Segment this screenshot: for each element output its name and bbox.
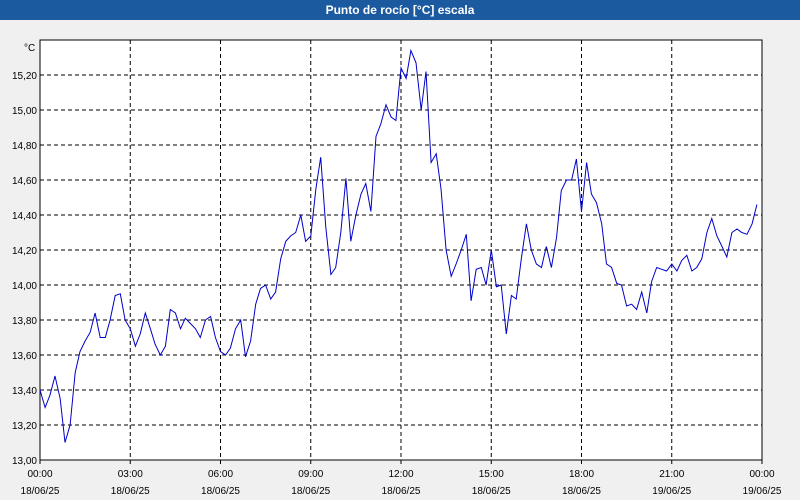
y-tick-label: 14,40 [12,211,37,222]
y-tick-label: 13,20 [12,421,37,432]
x-tick-date-label: 18/06/25 [111,486,150,497]
y-tick-label: 14,60 [12,176,37,187]
x-tick-time-label: 12:00 [388,469,413,480]
x-tick-time-label: 00:00 [749,469,774,480]
x-tick-date-label: 18/06/25 [472,486,511,497]
x-tick-date-label: 18/06/25 [21,486,60,497]
y-tick-label: 13,40 [12,386,37,397]
x-tick-date-label: 18/06/25 [562,486,601,497]
y-axis-unit-label: °C [24,43,35,54]
x-tick-date-label: 19/06/25 [743,486,782,497]
y-tick-label: 15,00 [12,106,37,117]
y-tick-label: 15,20 [12,71,37,82]
x-tick-date-label: 18/06/25 [201,486,240,497]
y-tick-label: 13,80 [12,316,37,327]
y-tick-label: 14,00 [12,281,37,292]
y-tick-label: 14,20 [12,246,37,257]
x-tick-time-label: 18:00 [569,469,594,480]
dew-point-chart: °C 13,00 13,20 13,40 13,60 13,80 14,00 14,20 14… [12,39,782,497]
x-tick-time-label: 15:00 [479,469,504,480]
x-tick-time-label: 03:00 [118,469,143,480]
x-tick-time-label: 09:00 [298,469,323,480]
x-tick-date-label: 18/06/25 [291,486,330,497]
y-tick-label: 13,60 [12,351,37,362]
x-tick-time-label: 00:00 [27,469,52,480]
y-tick-label: 13,00 [12,456,37,467]
x-tick-time-label: 21:00 [659,469,684,480]
x-tick-date-label: 18/06/25 [382,486,421,497]
x-tick-date-label: 19/06/25 [652,486,691,497]
x-tick-time-label: 06:00 [208,469,233,480]
y-tick-label: 14,80 [12,141,37,152]
